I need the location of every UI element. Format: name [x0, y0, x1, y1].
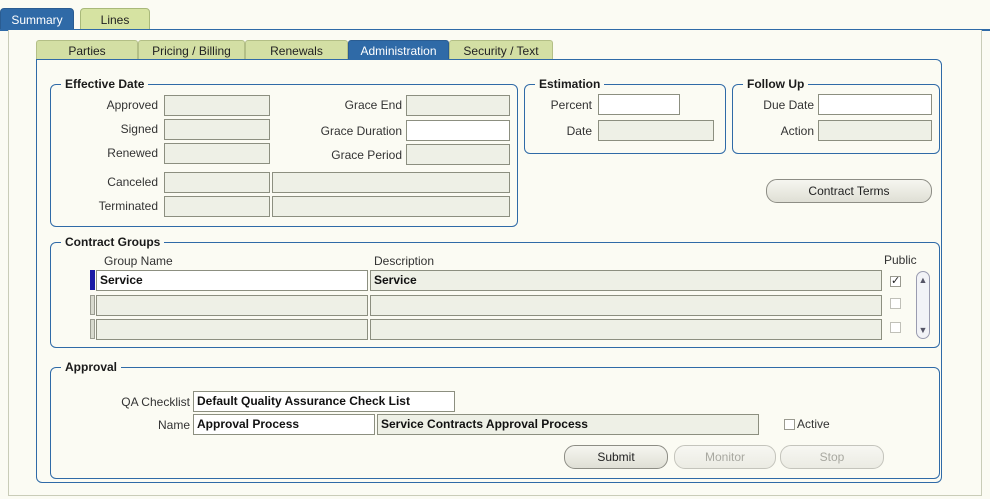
- grace-duration-label: Grace Duration: [320, 124, 402, 138]
- estimation-date-field[interactable]: [598, 120, 714, 141]
- estimation-title: Estimation: [535, 77, 605, 91]
- name-label: Name: [157, 418, 190, 432]
- group-name-cell[interactable]: Service: [96, 270, 368, 291]
- terminated-date-field[interactable]: [164, 196, 270, 217]
- percent-field[interactable]: [598, 94, 680, 115]
- canceled-label: Canceled: [107, 175, 158, 189]
- qa-checklist-field[interactable]: Default Quality Assurance Check List: [193, 391, 455, 412]
- public-checkbox[interactable]: ✓: [890, 276, 901, 287]
- approval-name-field[interactable]: Approval Process: [193, 414, 375, 435]
- active-checkbox[interactable]: [784, 419, 795, 430]
- description-cell[interactable]: Service: [370, 270, 882, 291]
- tab-security-text[interactable]: Security / Text: [449, 40, 553, 60]
- action-label: Action: [780, 124, 814, 138]
- public-checkbox[interactable]: [890, 322, 901, 333]
- group-name-header: Group Name: [104, 254, 173, 268]
- renewed-field[interactable]: [164, 143, 270, 164]
- canceled-reason-field[interactable]: [272, 172, 510, 193]
- tab-pricing-billing[interactable]: Pricing / Billing: [138, 40, 245, 60]
- current-row-marker: [90, 270, 95, 290]
- grace-duration-field[interactable]: [406, 120, 510, 141]
- active-label: Active: [797, 417, 830, 431]
- app-window: Summary Lines Parties Pricing / Billing …: [0, 0, 990, 499]
- terminated-label: Terminated: [98, 199, 158, 213]
- action-field[interactable]: [818, 120, 932, 141]
- tab-summary[interactable]: Summary: [0, 8, 74, 30]
- contract-groups-title: Contract Groups: [61, 235, 165, 249]
- estimation-date-label: Date: [566, 124, 592, 138]
- follow-up-title: Follow Up: [743, 77, 809, 91]
- stop-button[interactable]: Stop: [780, 445, 884, 469]
- due-date-label: Due Date: [763, 98, 814, 112]
- tab-administration[interactable]: Administration: [348, 40, 449, 60]
- effective-date-title: Effective Date: [61, 77, 149, 91]
- terminated-reason-field[interactable]: [272, 196, 510, 217]
- canceled-date-field[interactable]: [164, 172, 270, 193]
- row-marker: [90, 319, 95, 339]
- description-header: Description: [374, 254, 435, 268]
- qa-checklist-label: QA Checklist: [121, 395, 190, 409]
- group-name-cell[interactable]: [96, 295, 368, 316]
- grace-end-field[interactable]: [406, 95, 510, 116]
- due-date-field[interactable]: [818, 94, 932, 115]
- scroll-up-icon[interactable]: ▲: [917, 274, 929, 286]
- row-marker: [90, 295, 95, 315]
- approved-label: Approved: [106, 98, 158, 112]
- description-cell[interactable]: [370, 295, 882, 316]
- grace-period-label: Grace Period: [331, 148, 402, 162]
- monitor-button[interactable]: Monitor: [674, 445, 776, 469]
- scroll-down-icon[interactable]: ▼: [917, 324, 929, 336]
- approval-description-field[interactable]: Service Contracts Approval Process: [377, 414, 759, 435]
- submit-button[interactable]: Submit: [564, 445, 668, 469]
- approved-field[interactable]: [164, 95, 270, 116]
- tab-parties[interactable]: Parties: [36, 40, 138, 60]
- contract-terms-button[interactable]: Contract Terms: [766, 179, 932, 203]
- tab-renewals[interactable]: Renewals: [245, 40, 348, 60]
- tab-lines[interactable]: Lines: [80, 8, 150, 30]
- percent-label: Percent: [550, 98, 592, 112]
- public-checkbox[interactable]: [890, 298, 901, 309]
- group-name-cell[interactable]: [96, 319, 368, 340]
- grace-period-field[interactable]: [406, 144, 510, 165]
- approval-title: Approval: [61, 360, 122, 374]
- renewed-label: Renewed: [107, 146, 158, 160]
- signed-label: Signed: [120, 122, 158, 136]
- signed-field[interactable]: [164, 119, 270, 140]
- public-header: Public: [884, 253, 917, 267]
- grace-end-label: Grace End: [344, 98, 402, 112]
- rows-scrollbar[interactable]: ▲ ▼: [916, 271, 930, 339]
- description-cell[interactable]: [370, 319, 882, 340]
